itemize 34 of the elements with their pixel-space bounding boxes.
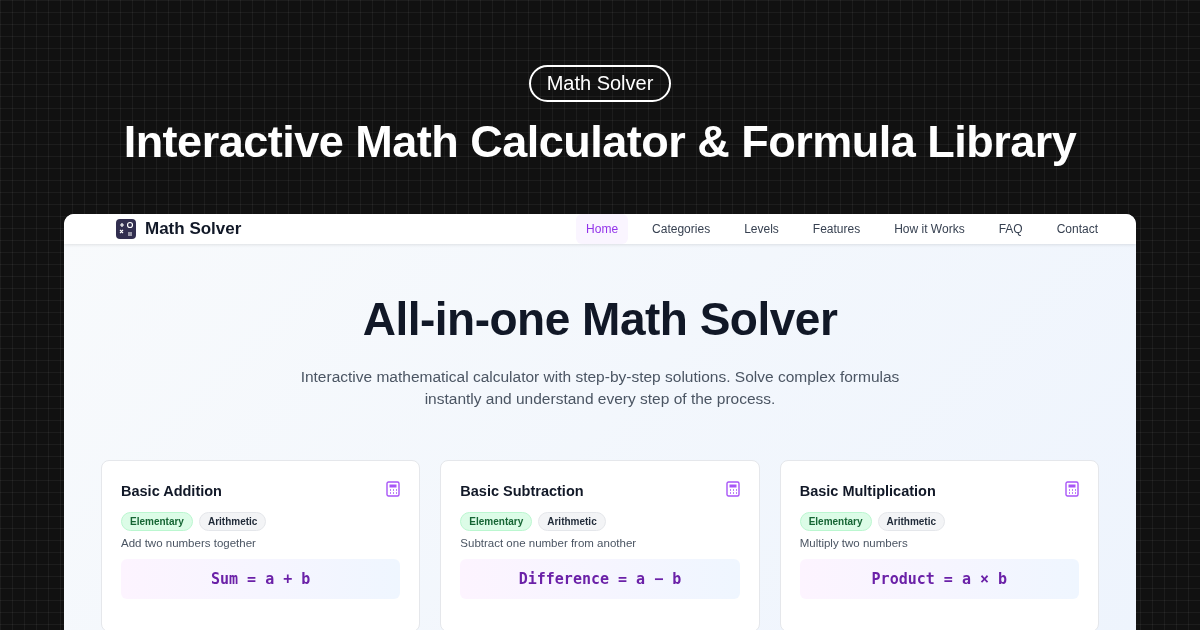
card-title: Basic Addition	[121, 483, 222, 499]
card-title: Basic Multiplication	[799, 483, 936, 499]
nav-link[interactable]: Levels	[734, 214, 789, 244]
nav-link[interactable]: Features	[802, 214, 871, 244]
level-tag: Elementary	[460, 512, 533, 531]
logo-icon	[116, 219, 136, 239]
level-tag: Elementary	[799, 512, 872, 531]
formula: Sum = a + b	[121, 559, 401, 599]
category-tag: Arithmetic	[538, 512, 606, 531]
formula: Product = a × b	[799, 559, 1079, 599]
nav-link[interactable]: Categories	[642, 214, 721, 244]
calculator-icon	[386, 481, 401, 497]
card-title: Basic Subtraction	[460, 483, 584, 499]
category-tag: Arithmetic	[198, 512, 267, 531]
card-description: Subtract one number from another	[460, 537, 638, 549]
category-tag: Arithmetic	[877, 512, 946, 531]
calculator-icon	[1065, 481, 1079, 497]
nav-link[interactable]: Contact	[1046, 214, 1108, 244]
headline: Interactive Math Calculator & Formula Library	[123, 116, 1077, 168]
nav-link[interactable]: How it Works	[884, 214, 975, 244]
card-description: Multiply two numbers	[799, 537, 909, 549]
level-tag: Elementary	[121, 512, 193, 531]
card-description: Add two numbers together	[121, 537, 257, 549]
title-badge: Math Solver	[528, 65, 672, 102]
nav-link[interactable]: Home	[576, 214, 629, 244]
hero-title: All-in-one Math Solver	[361, 292, 839, 346]
nav-link[interactable]: FAQ	[988, 214, 1033, 244]
hero-subtitle: Interactive mathematical calculator with step-by-step solutions. Solve complex formulas instantly and understand every step of the process.	[299, 367, 901, 409]
brand-name: Math Solver	[145, 219, 242, 239]
formula: Difference = a − b	[460, 559, 740, 599]
formula-card[interactable]: Basic Multiplication Elementary Arithmetic Multiply two numbers Product = a × b	[779, 460, 1099, 630]
calculator-icon	[725, 481, 740, 497]
formula-card[interactable]: Basic Subtraction Elementary Arithmetic Subtract one number from another Difference = a − b	[440, 460, 760, 630]
formula-card[interactable]: Basic Addition Elementary Arithmetic Add two numbers together Sum = a + b	[101, 460, 421, 630]
